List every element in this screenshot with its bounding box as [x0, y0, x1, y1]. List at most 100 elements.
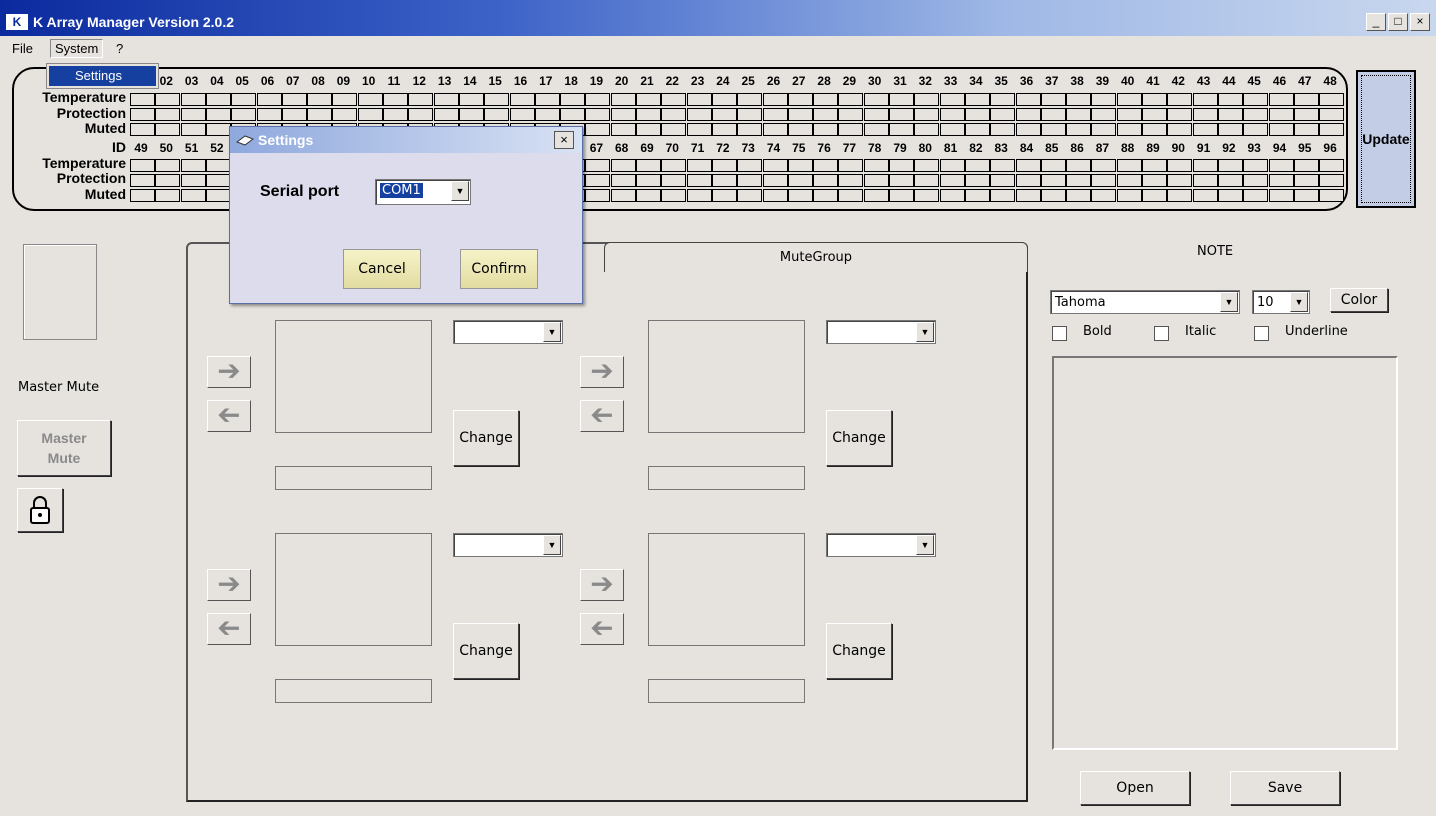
change-button[interactable]: Change	[453, 410, 519, 466]
dialog-close-button[interactable]: ×	[554, 131, 574, 149]
status-indicator	[838, 159, 864, 172]
underline-label: Underline	[1285, 324, 1348, 339]
lock-icon	[30, 496, 50, 524]
arrow-left-button[interactable]: ➔	[580, 612, 624, 645]
channel-id: 83	[994, 141, 1008, 155]
status-indicator	[130, 174, 155, 187]
italic-checkbox[interactable]	[1154, 326, 1169, 341]
status-indicator	[1217, 189, 1243, 202]
channel-id: 37	[1045, 74, 1059, 88]
channel-id: 04	[210, 74, 224, 88]
status-indicator	[1142, 108, 1167, 121]
status-indicator	[686, 123, 712, 136]
arrow-right-button[interactable]: ➔	[580, 356, 624, 388]
arrow-left-button[interactable]: ➔	[207, 612, 251, 645]
status-indicator	[155, 159, 181, 172]
arrow-left-button[interactable]: ➔	[580, 399, 624, 432]
group-name-field[interactable]	[648, 466, 805, 490]
status-indicator	[787, 123, 813, 136]
status-indicator	[1116, 174, 1142, 187]
window-title: K Array Manager Version 2.0.2	[33, 14, 235, 30]
status-indicator	[838, 174, 864, 187]
arrow-left-button[interactable]: ➔	[207, 399, 251, 432]
status-indicator	[130, 159, 155, 172]
status-indicator	[737, 174, 763, 187]
group-select[interactable]: ▼	[453, 533, 563, 557]
status-indicator	[762, 123, 788, 136]
underline-checkbox[interactable]	[1254, 326, 1269, 341]
arrow-right-button[interactable]: ➔	[580, 569, 624, 601]
serial-port-select[interactable]: COM1 ▼	[375, 179, 471, 205]
master-mute-button[interactable]: Master Mute	[17, 420, 111, 476]
color-button[interactable]: Color	[1330, 288, 1388, 312]
status-indicator	[281, 93, 307, 106]
minimize-button[interactable]: _	[1366, 13, 1386, 31]
arrow-left-icon: ➔	[590, 399, 614, 430]
save-button[interactable]: Save	[1230, 771, 1340, 805]
group-name-field[interactable]	[275, 466, 432, 490]
status-indicator	[1293, 93, 1319, 106]
arrow-right-button[interactable]: ➔	[207, 569, 251, 601]
status-indicator	[383, 93, 408, 106]
channel-id: 16	[513, 74, 528, 88]
channel-id: 87	[1095, 141, 1110, 155]
channel-id: 39	[1095, 74, 1110, 88]
note-textarea[interactable]	[1052, 356, 1398, 750]
group-name-field[interactable]	[275, 679, 432, 703]
menu-system[interactable]: System	[50, 39, 104, 58]
group-select[interactable]: ▼	[826, 320, 936, 344]
font-size-select[interactable]: 10 ▼	[1252, 290, 1310, 314]
status-indicator	[231, 108, 257, 121]
status-indicator	[813, 159, 839, 172]
close-button[interactable]: ×	[1410, 13, 1430, 31]
status-indicator	[1217, 108, 1243, 121]
menu-item-settings[interactable]: Settings	[49, 66, 156, 86]
channel-id: 71	[690, 141, 705, 155]
confirm-button[interactable]: Confirm	[460, 249, 538, 289]
status-indicator	[205, 174, 231, 187]
status-indicator	[711, 189, 737, 202]
status-indicator	[332, 93, 358, 106]
group-select[interactable]: ▼	[826, 533, 936, 557]
lock-button[interactable]	[17, 488, 63, 532]
bold-checkbox[interactable]	[1052, 326, 1067, 341]
status-indicator	[1243, 93, 1269, 106]
chevron-down-icon: ▼	[1290, 292, 1308, 312]
status-indicator	[1192, 93, 1218, 106]
chevron-down-icon: ▼	[916, 535, 934, 555]
status-indicator	[889, 123, 914, 136]
font-select[interactable]: Tahoma ▼	[1050, 290, 1240, 314]
channel-id: 94	[1272, 141, 1287, 155]
chevron-down-icon: ▼	[916, 322, 934, 342]
status-indicator	[762, 189, 788, 202]
group-select[interactable]: ▼	[453, 320, 563, 344]
cancel-button[interactable]: Cancel	[343, 249, 421, 289]
channel-id: 50	[159, 141, 173, 155]
arrow-right-button[interactable]: ➔	[207, 356, 251, 388]
channel-id: 03	[184, 74, 199, 88]
group-name-field[interactable]	[648, 679, 805, 703]
open-button[interactable]: Open	[1080, 771, 1190, 805]
channel-id: 14	[463, 74, 477, 88]
channel-id: 09	[336, 74, 351, 88]
update-button[interactable]: Update	[1356, 70, 1416, 208]
channel-id: 45	[1247, 74, 1261, 88]
status-indicator	[585, 123, 611, 136]
menu-help[interactable]: ?	[116, 41, 123, 56]
status-row-label: Temperature	[42, 89, 126, 105]
status-indicator	[990, 159, 1016, 172]
device-preview	[23, 244, 97, 340]
status-indicator	[1293, 123, 1319, 136]
channel-id: 93	[1247, 141, 1261, 155]
change-button[interactable]: Change	[826, 623, 892, 679]
status-indicator	[661, 159, 687, 172]
status-indicator	[383, 108, 408, 121]
change-button[interactable]: Change	[826, 410, 892, 466]
menu-file[interactable]: File	[12, 41, 33, 56]
status-indicator	[737, 93, 763, 106]
tab-mutegroup[interactable]: MuteGroup	[604, 242, 1028, 272]
status-indicator	[964, 159, 990, 172]
change-button[interactable]: Change	[453, 623, 519, 679]
font-value: Tahoma	[1055, 295, 1106, 310]
maximize-button[interactable]: □	[1388, 13, 1408, 31]
